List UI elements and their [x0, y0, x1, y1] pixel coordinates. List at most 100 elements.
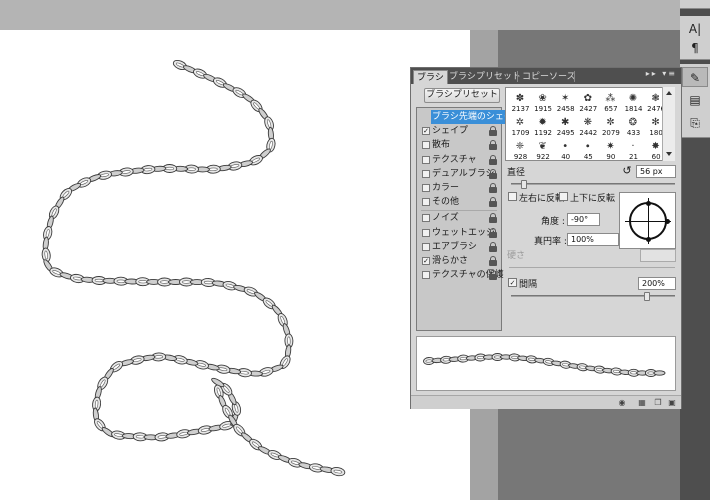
- brush-option-5[interactable]: カラー: [417, 181, 501, 195]
- brush-option-9[interactable]: エアブラシ: [417, 240, 501, 254]
- brush-option-2[interactable]: 散布: [417, 138, 501, 152]
- brush-option-checkbox[interactable]: [422, 169, 430, 178]
- brush-option-checkbox[interactable]: [422, 271, 430, 280]
- trash-icon[interactable]: ▣: [667, 398, 677, 408]
- lock-icon[interactable]: [489, 197, 497, 208]
- brush-option-checkbox[interactable]: [422, 198, 430, 207]
- brush-tip[interactable]: ✺ 1814: [622, 91, 645, 115]
- brush-option-label: エアブラシ: [432, 241, 477, 252]
- roundness-input[interactable]: 100%: [567, 233, 619, 246]
- tab-separator: [517, 71, 518, 82]
- brush-option-6[interactable]: その他: [417, 195, 501, 209]
- grid-icon[interactable]: ▦: [637, 398, 647, 408]
- spacing-slider-thumb[interactable]: [644, 292, 651, 301]
- brush-tip[interactable]: ✱ 2495: [554, 115, 577, 139]
- preview-chain-stroke: [423, 353, 666, 377]
- dock-group-brush: ✎ ▤ ⎘: [680, 64, 710, 138]
- brush-tip[interactable]: ✲ 1709: [509, 115, 532, 139]
- diameter-input[interactable]: 56 px: [636, 165, 676, 178]
- brush-tip[interactable]: ✿ 2427: [577, 91, 600, 115]
- brush-panel-icon[interactable]: ✎: [682, 67, 708, 87]
- brush-tip[interactable]: ✷ 90: [599, 139, 622, 160]
- lock-icon[interactable]: [489, 227, 497, 238]
- brush-tip-size: 1192: [534, 129, 552, 137]
- brush-tip[interactable]: ✼ 2079: [599, 115, 622, 139]
- brush-option-label: テクスチャ: [432, 154, 477, 165]
- brush-option-checkbox[interactable]: [422, 155, 430, 164]
- diameter-slider-thumb[interactable]: [521, 180, 528, 189]
- brush-tip[interactable]: ❂ 433: [622, 115, 645, 139]
- brush-tip[interactable]: ❋ 2442: [577, 115, 600, 139]
- lock-icon[interactable]: [489, 154, 497, 165]
- brush-presets-panel-icon[interactable]: ▤: [682, 90, 708, 110]
- spacing-checkbox[interactable]: ✓: [508, 278, 517, 287]
- brush-option-8[interactable]: ウェットエッジ: [417, 226, 501, 240]
- tab-brush-presets[interactable]: ブラシプリセット: [446, 70, 524, 84]
- brush-tip[interactable]: ❦ 922: [532, 139, 555, 161]
- brush-tip-thumbnail-icon: ✼: [606, 117, 615, 128]
- brush-tip-grid[interactable]: 22802725269824171750283919152345✽2137❀19…: [505, 87, 675, 161]
- reset-size-icon[interactable]: ↺: [621, 165, 633, 177]
- brush-tip[interactable]: ❈ 928: [509, 139, 532, 160]
- lock-icon[interactable]: [489, 213, 497, 224]
- brush-option-7[interactable]: ノイズ: [417, 211, 501, 225]
- brush-option-checkbox[interactable]: [422, 214, 430, 223]
- brush-tip[interactable]: ❀ 1915: [532, 91, 555, 115]
- diameter-slider[interactable]: [511, 183, 675, 185]
- brush-option-label: 散布: [432, 140, 451, 151]
- panel-menu-icon[interactable]: ▸▸ ▾≡: [646, 69, 677, 78]
- character-panel-icon[interactable]: A|: [682, 19, 708, 39]
- chain-link-hole: [154, 355, 164, 359]
- brush-tip[interactable]: ✹ 1192: [532, 115, 555, 139]
- brush-tip-thumbnail-icon: ✺: [628, 93, 638, 104]
- lock-icon[interactable]: [489, 126, 497, 137]
- roundness-handle[interactable]: [646, 201, 651, 206]
- brush-option-checkbox[interactable]: [422, 184, 430, 192]
- lock-icon[interactable]: [489, 168, 497, 179]
- scroll-down-arrow-icon[interactable]: [666, 152, 672, 156]
- lock-icon[interactable]: [489, 183, 497, 193]
- lock-icon[interactable]: [489, 241, 497, 252]
- angle-input[interactable]: -90°: [567, 213, 600, 226]
- clone-source-panel-icon[interactable]: ⎘: [682, 113, 708, 133]
- brush-tip[interactable]: ⁂ 657: [599, 91, 622, 115]
- brush-option-checkbox[interactable]: [422, 228, 430, 237]
- paragraph-panel-icon[interactable]: ¶: [682, 38, 708, 58]
- brush-option-checkbox[interactable]: [422, 242, 430, 251]
- tab-brush[interactable]: ブラシ: [413, 70, 448, 84]
- brush-option-label: シェイプ: [432, 126, 469, 137]
- spacing-slider[interactable]: [511, 295, 675, 297]
- brush-tip[interactable]: ✶ 2458: [554, 91, 577, 115]
- brush-option-1[interactable]: ✓ シェイプ: [417, 124, 501, 138]
- brush-option-11[interactable]: テクスチャの保護: [417, 268, 504, 282]
- brush-tip-thumbnail-icon: ✿: [583, 93, 592, 104]
- brush-tip[interactable]: ∙ 45: [577, 139, 600, 160]
- brush-option-10[interactable]: ✓ 滑らかさ: [417, 254, 501, 268]
- brush-option-4[interactable]: デュアルブラシ: [417, 167, 501, 181]
- new-icon[interactable]: ❐: [653, 398, 663, 408]
- brush-tip[interactable]: • 40: [554, 139, 577, 160]
- angle-handle[interactable]: [665, 219, 670, 224]
- scroll-up-arrow-icon[interactable]: [666, 91, 672, 95]
- eye-brush-icon[interactable]: ◉: [617, 398, 627, 408]
- lock-icon[interactable]: [489, 256, 497, 266]
- tab-clone-source[interactable]: コピーソース: [519, 70, 579, 84]
- brush-option-checkbox[interactable]: [422, 141, 430, 150]
- roundness-handle[interactable]: [646, 237, 651, 242]
- brush-angle-roundness-widget[interactable]: [619, 192, 676, 249]
- brush-tip[interactable]: ✽ 2137: [509, 91, 532, 115]
- brush-tip-scrollbar[interactable]: [662, 87, 675, 161]
- brush-tip-size: 922: [536, 153, 550, 161]
- brush-presets-button[interactable]: ブラシプリセット: [424, 88, 500, 103]
- brush-option-0[interactable]: ブラシ先端のシェイプ: [417, 110, 523, 124]
- brush-tip[interactable]: · 21: [622, 139, 645, 160]
- brush-option-3[interactable]: テクスチャ: [417, 153, 501, 167]
- flip-y-checkbox[interactable]: [559, 192, 568, 201]
- spacing-input[interactable]: 200%: [638, 277, 676, 290]
- lock-icon[interactable]: [489, 140, 497, 151]
- flip-x-checkbox[interactable]: [508, 192, 517, 201]
- lock-icon[interactable]: [489, 270, 497, 281]
- document-canvas[interactable]: [0, 30, 470, 500]
- brush-option-checkbox[interactable]: ✓: [422, 127, 430, 136]
- brush-option-checkbox[interactable]: ✓: [422, 257, 430, 265]
